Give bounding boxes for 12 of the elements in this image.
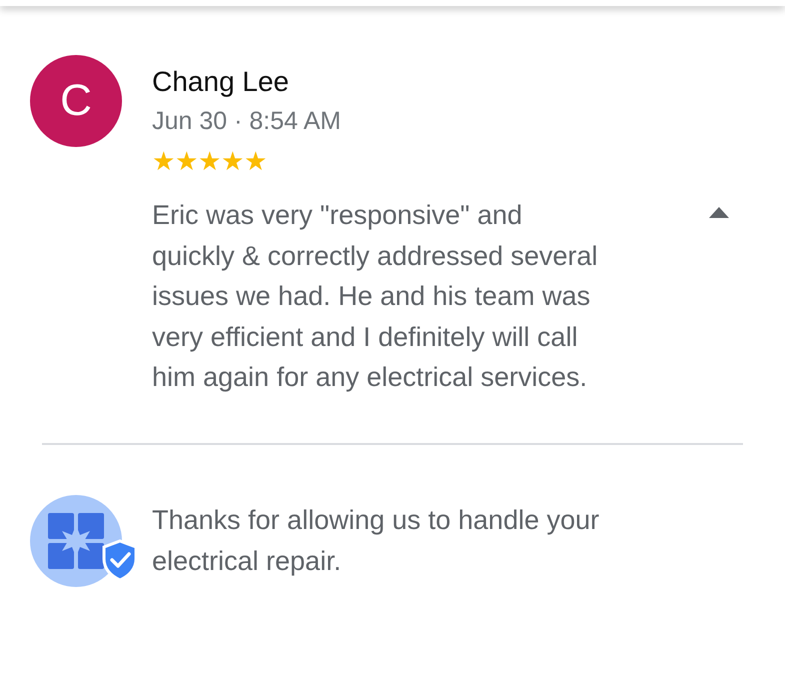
collapse-caret-icon[interactable] [708, 205, 730, 219]
review-date: Jun 30 · 8:54 AM [152, 106, 342, 137]
business-logo-icon [30, 494, 138, 586]
star-icon: ★ [175, 147, 198, 175]
star-icon: ★ [221, 147, 244, 175]
avatar: C [30, 55, 122, 147]
reviewer-name: Chang Lee [152, 65, 290, 99]
star-icon: ★ [152, 147, 175, 175]
review-text: Eric was very "responsive" and quickly & correctly addressed several issues we had. He and his team was very efficient and I definitely will call him again for any electrical services. [152, 199, 599, 394]
star-icon: ★ [198, 147, 221, 175]
owner-reply-text: Thanks for allowing us to handle your electrical repair. [152, 504, 600, 578]
star-icon: ★ [244, 147, 267, 175]
